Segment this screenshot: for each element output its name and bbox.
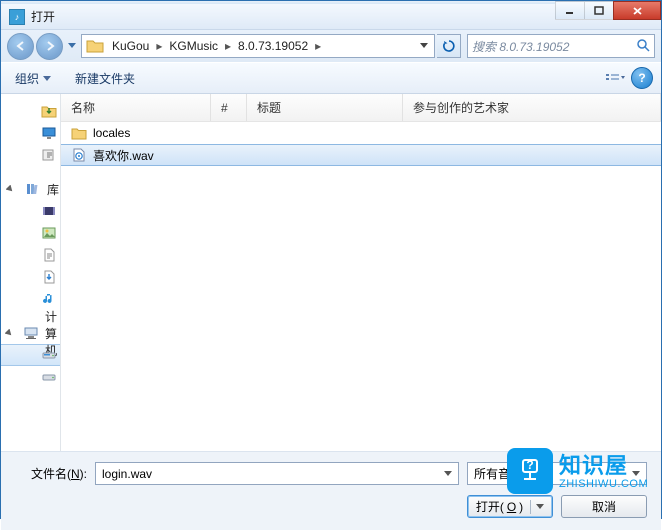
breadcrumb-item[interactable]: KGMusic — [165, 35, 222, 57]
tree-videos[interactable]: 视频 — [1, 200, 60, 222]
refresh-button[interactable] — [437, 34, 461, 58]
collapse-icon[interactable] — [5, 328, 14, 339]
search-input[interactable]: 搜索 8.0.73.19052 — [467, 34, 655, 58]
new-folder-button[interactable]: 新建文件夹 — [69, 67, 141, 90]
tree-recent[interactable]: 最近访问的位置 — [1, 144, 60, 166]
search-icon — [636, 38, 650, 55]
titlebar: ♪ 打开 — [1, 4, 661, 30]
tree-drive-d[interactable]: 本地磁盘 (D:) — [1, 366, 60, 388]
tree-drive-c[interactable]: 本地磁盘 (C:) — [1, 344, 60, 366]
column-number[interactable]: # — [211, 94, 247, 121]
chevron-down-icon — [43, 76, 51, 81]
navigation-tree[interactable]: 下载 桌面 最近访问的位置 库 视频 图片 — [1, 94, 61, 451]
tree-downloads[interactable]: 下载 — [1, 100, 60, 122]
search-placeholder: 搜索 8.0.73.19052 — [472, 38, 569, 55]
tree-pictures[interactable]: 图片 — [1, 222, 60, 244]
tree-computer[interactable]: 计算机 — [1, 322, 60, 344]
open-button[interactable]: 打开(O) — [467, 495, 553, 518]
nav-row: KuGou ▸ KGMusic ▸ 8.0.73.19052 ▸ 搜索 8.0.… — [1, 30, 661, 62]
organize-menu[interactable]: 组织 — [9, 67, 57, 90]
column-artist[interactable]: 参与创作的艺术家 — [403, 94, 661, 121]
column-headers: 名称 # 标题 参与创作的艺术家 — [61, 94, 661, 122]
chevron-down-icon[interactable] — [440, 471, 456, 476]
file-list-pane: 名称 # 标题 参与创作的艺术家 locales 喜欢你.wav — [61, 94, 661, 451]
app-icon: ♪ — [9, 9, 25, 25]
pictures-icon — [41, 225, 57, 241]
tree-desktop[interactable]: 桌面 — [1, 122, 60, 144]
breadcrumb-item[interactable]: KuGou — [108, 35, 153, 57]
file-open-dialog: ♪ 打开 KuGou ▸ KGMusic — [0, 0, 662, 519]
dialog-footer: 文件名(N): login.wav 所有音频文件 打开(O) 取消 — [1, 451, 661, 530]
cancel-button[interactable]: 取消 — [561, 495, 647, 518]
chevron-down-icon — [536, 504, 544, 509]
tree-documents[interactable]: 文档 — [1, 244, 60, 266]
documents-icon — [41, 247, 57, 263]
maximize-button[interactable] — [584, 1, 614, 20]
minimize-button[interactable] — [555, 1, 585, 20]
list-item-file[interactable]: 喜欢你.wav — [61, 144, 661, 166]
music-icon — [41, 291, 57, 307]
download-icon — [41, 103, 57, 119]
file-type-filter[interactable]: 所有音频文件 — [467, 462, 647, 485]
view-options-button[interactable] — [601, 67, 629, 89]
toolbar: 组织 新建文件夹 ? — [1, 62, 661, 94]
file-list[interactable]: locales 喜欢你.wav — [61, 122, 661, 451]
forward-button[interactable] — [36, 33, 63, 60]
filename-label: 文件名(N): — [15, 465, 87, 482]
tree-xunlei[interactable]: 迅雷下载 — [1, 266, 60, 288]
video-icon — [41, 203, 57, 219]
list-item-folder[interactable]: locales — [61, 122, 661, 144]
tree-libraries[interactable]: 库 — [1, 178, 60, 200]
address-bar[interactable]: KuGou ▸ KGMusic ▸ 8.0.73.19052 ▸ — [81, 34, 435, 58]
back-button[interactable] — [7, 33, 34, 60]
computer-icon — [23, 325, 39, 341]
desktop-icon — [41, 125, 57, 141]
folder-icon — [86, 38, 104, 54]
help-button[interactable]: ? — [631, 67, 653, 89]
library-icon — [25, 181, 41, 197]
close-button[interactable] — [613, 1, 661, 20]
breadcrumb-item[interactable]: 8.0.73.19052 — [234, 35, 312, 57]
window-title: 打开 — [31, 8, 55, 25]
chevron-right-icon[interactable]: ▸ — [153, 39, 165, 53]
collapse-icon[interactable] — [5, 184, 16, 195]
drive-icon — [41, 347, 57, 363]
filename-input[interactable]: login.wav — [95, 462, 459, 485]
xunlei-icon — [41, 269, 57, 285]
drive-icon — [41, 369, 57, 385]
column-name[interactable]: 名称 — [61, 94, 211, 121]
audio-file-icon — [71, 147, 87, 163]
column-title[interactable]: 标题 — [247, 94, 403, 121]
address-dropdown[interactable] — [414, 35, 432, 57]
nav-history-dropdown[interactable] — [65, 36, 79, 56]
chevron-right-icon[interactable]: ▸ — [222, 39, 234, 53]
chevron-right-icon[interactable]: ▸ — [312, 39, 324, 53]
chevron-down-icon[interactable] — [628, 471, 644, 476]
folder-icon — [71, 125, 87, 141]
recent-icon — [41, 147, 57, 163]
